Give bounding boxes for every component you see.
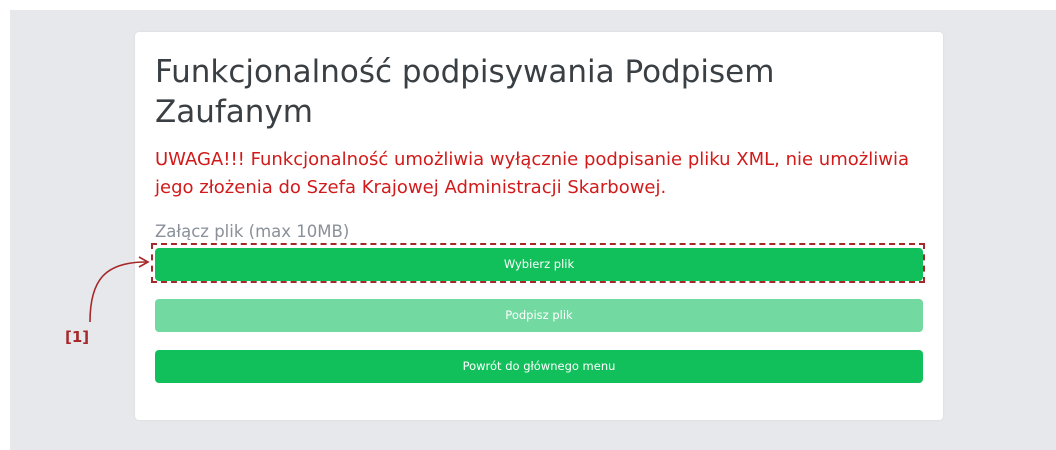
choose-file-button[interactable]: Wybierz plik	[155, 248, 923, 281]
sign-file-button[interactable]: Podpisz plik	[155, 299, 923, 332]
annotation-marker: [1]	[65, 328, 90, 346]
warning-message: UWAGA!!! Funkcjonalność umożliwia wyłącz…	[155, 149, 909, 198]
back-to-main-menu-button[interactable]: Powrót do głównego menu	[155, 350, 923, 383]
page-title: Funkcjonalność podpisywania Podpisem Zau…	[155, 54, 775, 130]
file-upload-label: Załącz plik (max 10MB)	[155, 222, 350, 241]
